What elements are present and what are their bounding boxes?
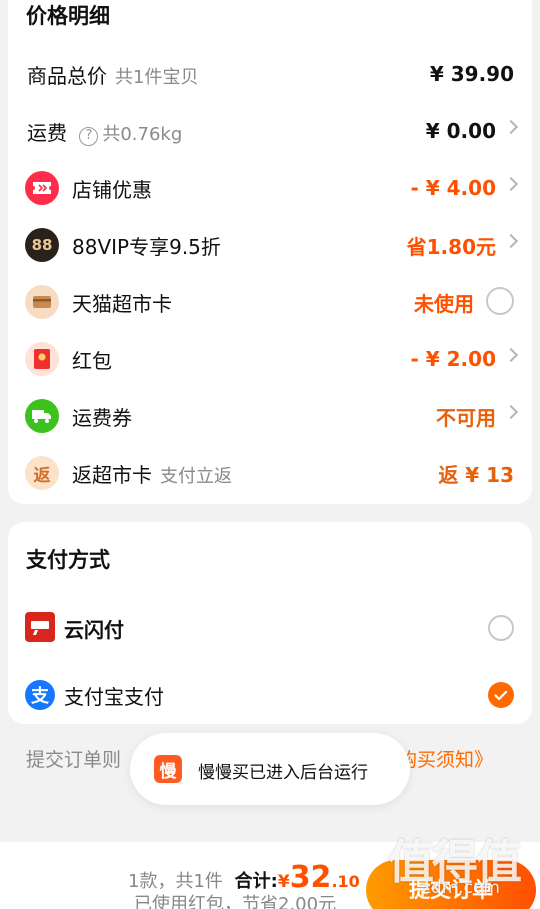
alipay-icon: 支 — [25, 680, 55, 710]
currency-symbol: ¥ — [277, 872, 290, 892]
background-run-toast: 慢 慢慢买已进入后台运行 — [130, 733, 410, 805]
shipping-coupon-value: 不可用 — [436, 405, 496, 430]
cashback-icon: 返 — [25, 456, 59, 490]
savings-note: 已使用红包，节省2.00元 — [134, 894, 337, 909]
shipping-label: 运费 — [27, 120, 67, 145]
unionpay-icon — [25, 612, 55, 642]
vip-value: 省1.80元 — [406, 234, 496, 259]
payment-option-alipay[interactable]: 支 支付宝支付 — [8, 673, 532, 717]
watermark-domain: zdm.com — [422, 878, 500, 898]
market-card-label: 天猫超市卡 — [72, 291, 172, 316]
red-packet-value: - ¥ 2.00 — [410, 347, 497, 371]
item-count: 1款，共1件 — [128, 871, 223, 892]
row-red-packet[interactable]: 红包 - ¥ 2.00 — [8, 337, 532, 381]
goods-total-label: 商品总价 — [27, 63, 107, 88]
chevron-right-icon — [503, 404, 519, 420]
total-decimal: .10 — [331, 872, 360, 891]
cashback-sub: 支付立返 — [160, 465, 232, 487]
row-shipping-coupon[interactable]: 运费券 不可用 — [8, 394, 532, 438]
row-shipping[interactable]: 运费 ? 共0.76kg ¥ 0.00 — [8, 109, 532, 153]
goods-total-value: ¥ 39.90 — [429, 62, 514, 86]
card-icon — [25, 285, 59, 319]
alipay-radio-checked[interactable] — [488, 682, 514, 708]
toast-message: 慢慢买已进入后台运行 — [198, 763, 368, 783]
payment-section-title: 支付方式 — [26, 548, 110, 572]
shipping-sub: 共0.76kg — [102, 123, 183, 145]
app-logo-icon: 慢 — [154, 755, 182, 783]
terms-notice-text: 提交订单则 — [26, 749, 122, 771]
goods-total-sub: 共1件宝贝 — [115, 66, 199, 88]
question-icon[interactable]: ? — [79, 126, 99, 146]
row-cashback-card: 返 返超市卡 支付立返 返 ¥ 13 — [8, 451, 532, 495]
red-packet-label: 红包 — [72, 348, 112, 373]
cashback-value: 返 ¥ 13 — [438, 462, 514, 487]
payment-card: 支付方式 云闪付 支 支付宝支付 — [8, 522, 532, 724]
shop-discount-value: - ¥ 4.00 — [410, 176, 497, 200]
truck-icon — [25, 399, 59, 433]
cashback-label: 返超市卡 — [72, 462, 152, 487]
market-card-value: 未使用 — [414, 291, 474, 316]
market-card-radio[interactable] — [486, 287, 514, 315]
unionpay-radio[interactable] — [488, 615, 514, 641]
red-packet-icon — [25, 342, 59, 376]
chevron-right-icon — [503, 119, 519, 135]
total-label: 合计: — [234, 871, 278, 892]
price-section-title: 价格明细 — [26, 4, 110, 28]
row-market-card[interactable]: 天猫超市卡 未使用 — [8, 280, 532, 324]
ticket-icon — [25, 171, 59, 205]
price-details-card: 价格明细 商品总价 共1件宝贝 ¥ 39.90 运费 ? 共0.76kg ¥ 0.0… — [8, 0, 532, 504]
terms-link[interactable]: 购买须知》 — [398, 745, 493, 772]
chevron-right-icon — [503, 347, 519, 363]
row-88vip[interactable]: 88 88VIP专享9.5折 省1.80元 — [8, 223, 532, 267]
chevron-right-icon — [503, 176, 519, 192]
row-shop-discount[interactable]: 店铺优惠 - ¥ 4.00 — [8, 166, 532, 210]
chevron-right-icon — [503, 233, 519, 249]
row-goods-total: 商品总价 共1件宝贝 ¥ 39.90 — [8, 52, 532, 96]
shipping-coupon-label: 运费券 — [72, 405, 132, 430]
shop-discount-label: 店铺优惠 — [72, 177, 152, 202]
shipping-value: ¥ 0.00 — [425, 119, 496, 143]
vip-label: 88VIP专享9.5折 — [72, 234, 221, 259]
alipay-label: 支付宝支付 — [64, 684, 164, 709]
vip-88-icon: 88 — [25, 228, 59, 262]
unionpay-label: 云闪付 — [64, 617, 124, 642]
payment-option-unionpay[interactable]: 云闪付 — [8, 606, 532, 650]
